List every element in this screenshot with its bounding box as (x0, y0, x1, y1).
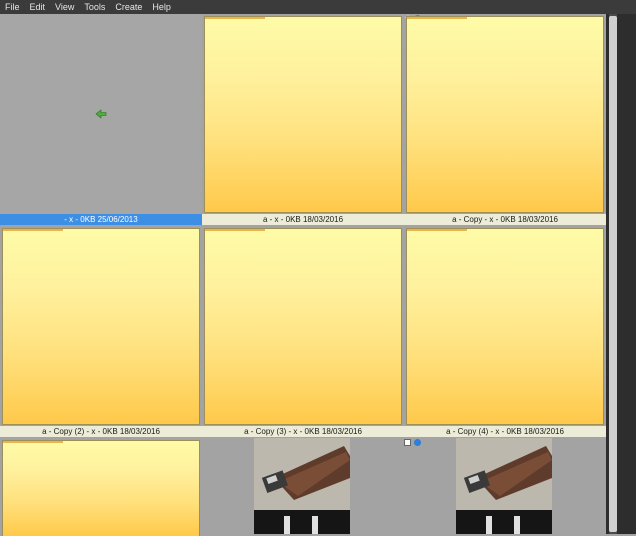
blue-status-icon (414, 439, 421, 446)
file-thumbnail (204, 16, 402, 213)
thumbnail-caption: - x - 0KB 25/06/2013 (0, 214, 202, 225)
file-tile[interactable] (0, 438, 202, 536)
menu-edit[interactable]: Edit (25, 0, 51, 14)
menu-create[interactable]: Create (110, 0, 147, 14)
vertical-scrollbar[interactable] (606, 14, 636, 534)
scrollbar-thumb[interactable] (609, 16, 617, 532)
select-checkbox[interactable] (404, 439, 411, 446)
menu-tools[interactable]: Tools (79, 0, 110, 14)
menu-help[interactable]: Help (147, 0, 176, 14)
file-tile[interactable]: a - Copy - x - 0KB 18/03/2016 (404, 14, 606, 226)
photo-tile[interactable] (404, 438, 606, 534)
file-thumbnail (2, 228, 200, 425)
file-thumbnail (406, 228, 604, 425)
photo-tile[interactable] (202, 438, 421, 534)
file-thumbnail (2, 440, 200, 536)
usb-photo-thumbnail (456, 438, 552, 534)
thumbnail-caption: a - Copy (3) - x - 0KB 18/03/2016 (202, 426, 404, 437)
folder-tile[interactable]: - x - 0KB 25/06/2013 (0, 14, 202, 226)
usb-photo-thumbnail (254, 438, 350, 534)
thumbnail-caption: a - Copy (2) - x - 0KB 18/03/2016 (0, 426, 202, 437)
thumbnail-caption: a - x - 0KB 18/03/2016 (202, 214, 404, 225)
file-thumbnail (406, 16, 604, 213)
thumbnail-caption: a - Copy - x - 0KB 18/03/2016 (404, 214, 606, 225)
menu-view[interactable]: View (50, 0, 79, 14)
file-tile[interactable]: a - Copy (3) - x - 0KB 18/03/2016 (202, 226, 404, 438)
thumbnail-caption: a - Copy (4) - x - 0KB 18/03/2016 (404, 426, 606, 437)
menu-file[interactable]: File (0, 0, 25, 14)
file-tile[interactable]: a - Copy (2) - x - 0KB 18/03/2016 (0, 226, 202, 438)
file-tile[interactable]: ☆ a - x - 0KB 18/03/2016 (202, 14, 421, 226)
file-thumbnail (204, 228, 402, 425)
menu-bar: File Edit View Tools Create Help (0, 0, 636, 14)
folder-up-icon (95, 109, 107, 119)
file-tile[interactable]: a - Copy (4) - x - 0KB 18/03/2016 (404, 226, 606, 438)
thumbnail-grid: - x - 0KB 25/06/2013 ☆ a - x - 0KB 18/03… (0, 14, 606, 536)
